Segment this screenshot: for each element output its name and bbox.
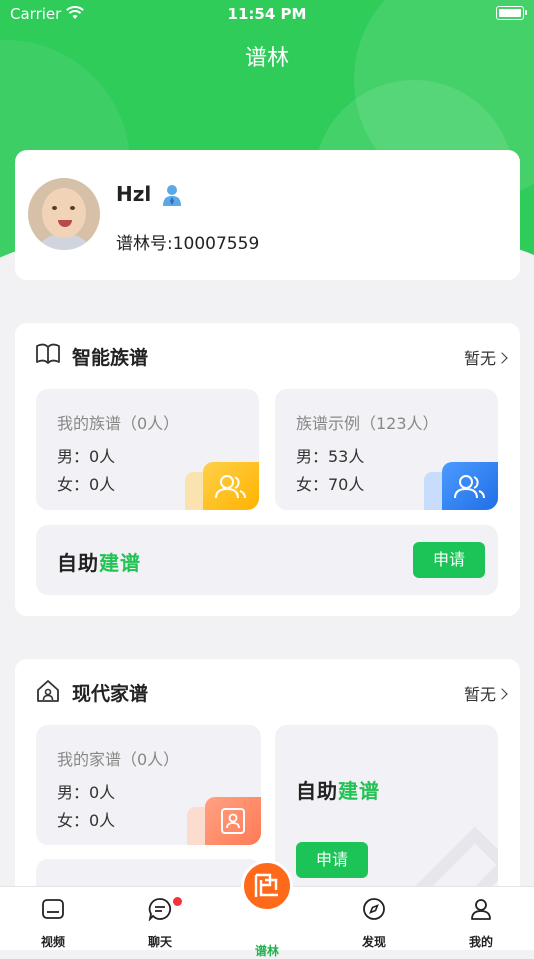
user-name: Hzl bbox=[116, 182, 152, 206]
apply-button[interactable]: 申请 bbox=[413, 542, 485, 578]
more-link[interactable]: 暂无 bbox=[463, 345, 508, 369]
tile-title: 我的家谱（0人） bbox=[57, 750, 180, 769]
book-icon bbox=[36, 343, 60, 364]
tile-title: 我的族谱（0人） bbox=[57, 414, 180, 433]
page-title: 谱林 bbox=[244, 46, 289, 71]
self-build-brand: 自助建谱 bbox=[57, 551, 141, 575]
section-title: 现代家谱 bbox=[72, 683, 149, 705]
male-count: 男：0人 bbox=[57, 783, 116, 802]
self-build-brand: 自助建谱 bbox=[296, 779, 380, 803]
tile-title: 族谱示例（123人） bbox=[296, 414, 439, 433]
tab-me[interactable]: 我的 bbox=[436, 887, 526, 951]
more-link[interactable]: 暂无 bbox=[463, 681, 508, 705]
tab-label: 视频 bbox=[40, 935, 65, 949]
more-label: 暂无 bbox=[463, 349, 496, 368]
chevron-right-icon bbox=[496, 352, 508, 364]
tab-label: 发现 bbox=[361, 935, 386, 949]
people-icon bbox=[442, 462, 498, 510]
chevron-right-icon bbox=[496, 688, 508, 700]
user-icon bbox=[471, 899, 491, 920]
house-icon bbox=[37, 680, 59, 702]
tab-pulin[interactable] bbox=[241, 860, 293, 912]
male-count: 男：0人 bbox=[57, 447, 116, 466]
status-bar: Carrier 11:54 PM bbox=[0, 0, 534, 28]
avatar[interactable] bbox=[28, 178, 100, 250]
self-build-tile[interactable]: 自助建谱 申请 bbox=[36, 525, 498, 595]
unread-dot bbox=[173, 897, 182, 906]
clock: 11:54 PM bbox=[227, 5, 307, 23]
contact-card-icon bbox=[205, 797, 261, 845]
video-icon bbox=[42, 899, 64, 919]
tab-video[interactable]: 视频 bbox=[8, 887, 98, 951]
tab-label[interactable]: 谱林 bbox=[222, 942, 312, 959]
tab-label: 聊天 bbox=[147, 935, 172, 949]
tab-chat[interactable]: 聊天 bbox=[115, 887, 205, 951]
chat-icon bbox=[148, 898, 172, 921]
apply-button[interactable]: 申请 bbox=[296, 842, 368, 878]
tab-discover[interactable]: 发现 bbox=[329, 887, 419, 951]
male-count: 男：53人 bbox=[296, 447, 365, 466]
my-genealogy-tile[interactable]: 我的族谱（0人） 男：0人 女：0人 bbox=[36, 389, 259, 510]
tab-label: 我的 bbox=[468, 935, 493, 949]
pulin-logo-icon bbox=[254, 873, 278, 897]
female-count: 女：0人 bbox=[57, 475, 116, 494]
compass-icon bbox=[363, 898, 385, 920]
smart-genealogy-section: 智能族谱 暂无 我的族谱（0人） 男：0人 女：0人 族谱示例（123人） 男：… bbox=[15, 323, 520, 616]
user-id: 谱林号:10007559 bbox=[116, 234, 260, 254]
female-count: 女：70人 bbox=[296, 475, 365, 494]
battery-icon bbox=[496, 6, 527, 20]
female-count: 女：0人 bbox=[57, 811, 116, 830]
verified-user-icon bbox=[163, 185, 181, 206]
profile-card[interactable]: Hzl 谱林号:10007559 bbox=[15, 150, 520, 280]
more-label: 暂无 bbox=[463, 685, 496, 704]
my-family-tree-tile[interactable]: 我的家谱（0人） 男：0人 女：0人 bbox=[36, 725, 261, 845]
people-icon bbox=[203, 462, 259, 510]
section-title: 智能族谱 bbox=[72, 347, 149, 369]
example-genealogy-tile[interactable]: 族谱示例（123人） 男：53人 女：70人 bbox=[275, 389, 498, 510]
